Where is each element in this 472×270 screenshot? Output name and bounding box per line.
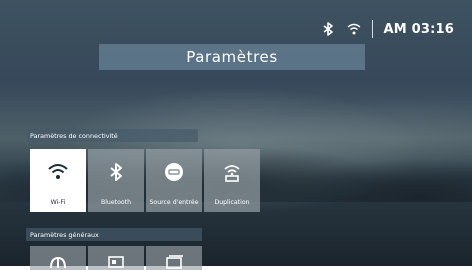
tile-input-source-label: Source d'entrée (149, 199, 199, 206)
connectivity-tiles: Wi-Fi Bluetooth Source d'entrée Duplicat… (30, 149, 260, 212)
bluetooth-icon (110, 163, 122, 181)
section-connectivity-title: Paramètres de connectivité (30, 131, 118, 140)
input-source-icon (165, 163, 183, 181)
bluetooth-icon (320, 21, 336, 37)
tile-general-1[interactable] (30, 246, 86, 270)
status-divider (372, 20, 374, 38)
tile-general-3[interactable] (146, 246, 202, 270)
clock: AM 03:16 (383, 21, 454, 37)
general-tiles (30, 246, 202, 270)
wifi-icon (346, 21, 362, 37)
wifi-icon (48, 164, 68, 179)
section-connectivity-header: Paramètres de connectivité (26, 129, 198, 142)
section-general-title: Paramètres généraux (30, 230, 99, 239)
tile-bluetooth[interactable]: Bluetooth (88, 149, 144, 212)
page-title-bar: Paramètres (99, 44, 365, 70)
screen-mirroring-icon (224, 165, 240, 182)
tile-input-source[interactable]: Source d'entrée (146, 149, 202, 212)
tile-bluetooth-label: Bluetooth (100, 199, 132, 206)
tile-wifi[interactable]: Wi-Fi (30, 149, 86, 212)
status-bar: AM 03:16 (320, 18, 454, 40)
section-general-header: Paramètres généraux (26, 228, 202, 241)
tile-wifi-label: Wi-Fi (50, 199, 66, 206)
tile-duplication-label: Duplication (214, 199, 250, 206)
display-icon (108, 256, 124, 268)
page-title: Paramètres (186, 48, 278, 66)
general-settings-icon (50, 256, 66, 269)
tile-general-2[interactable] (88, 246, 144, 270)
window-icon (166, 255, 183, 269)
tile-duplication[interactable]: Duplication (204, 149, 260, 212)
